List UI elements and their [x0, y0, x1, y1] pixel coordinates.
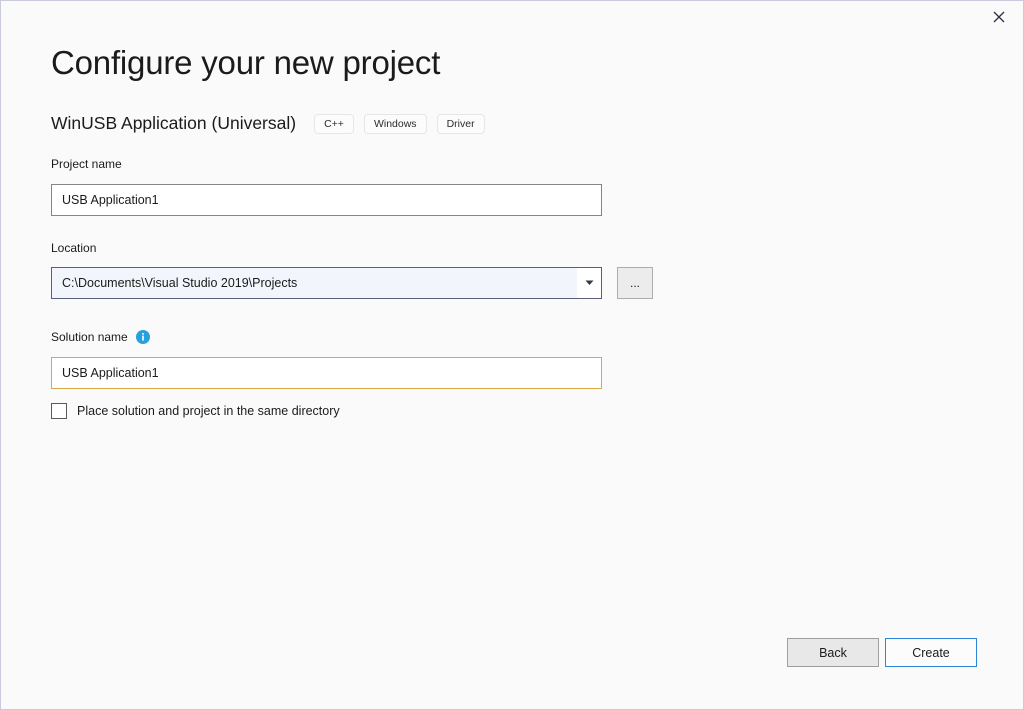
- template-summary: WinUSB Application (Universal) C++ Windo…: [51, 113, 495, 134]
- solution-name-label: Solution name: [51, 330, 150, 344]
- close-icon: [993, 11, 1005, 23]
- location-label: Location: [51, 241, 96, 255]
- project-name-label-text: Project name: [51, 157, 122, 171]
- chevron-down-icon[interactable]: [577, 268, 601, 298]
- solution-name-label-text: Solution name: [51, 330, 128, 344]
- template-tag-language: C++: [314, 113, 354, 134]
- template-tag-type: Driver: [436, 113, 485, 134]
- template-tag-platform: Windows: [363, 113, 427, 134]
- project-name-label: Project name: [51, 157, 122, 171]
- location-label-text: Location: [51, 241, 97, 255]
- same-directory-checkbox-row[interactable]: Place solution and project in the same d…: [51, 403, 340, 419]
- same-directory-checkbox[interactable]: [51, 403, 67, 419]
- template-tag-list: C++ Windows Driver: [314, 113, 494, 134]
- create-button[interactable]: Create: [885, 638, 977, 667]
- close-button[interactable]: [976, 2, 1022, 32]
- template-name: WinUSB Application (Universal): [51, 113, 297, 133]
- info-icon[interactable]: [135, 330, 150, 344]
- configure-project-dialog: Configure your new project WinUSB Applic…: [0, 0, 1024, 710]
- location-combobox[interactable]: C:\Documents\Visual Studio 2019\Projects: [51, 267, 602, 299]
- back-button[interactable]: Back: [787, 638, 879, 667]
- same-directory-label: Place solution and project in the same d…: [77, 404, 340, 418]
- project-name-input[interactable]: [51, 184, 602, 216]
- location-browse-button[interactable]: ...: [617, 267, 653, 299]
- solution-name-input[interactable]: [51, 357, 602, 389]
- location-value: C:\Documents\Visual Studio 2019\Projects: [62, 276, 298, 290]
- page-title: Configure your new project: [51, 44, 441, 81]
